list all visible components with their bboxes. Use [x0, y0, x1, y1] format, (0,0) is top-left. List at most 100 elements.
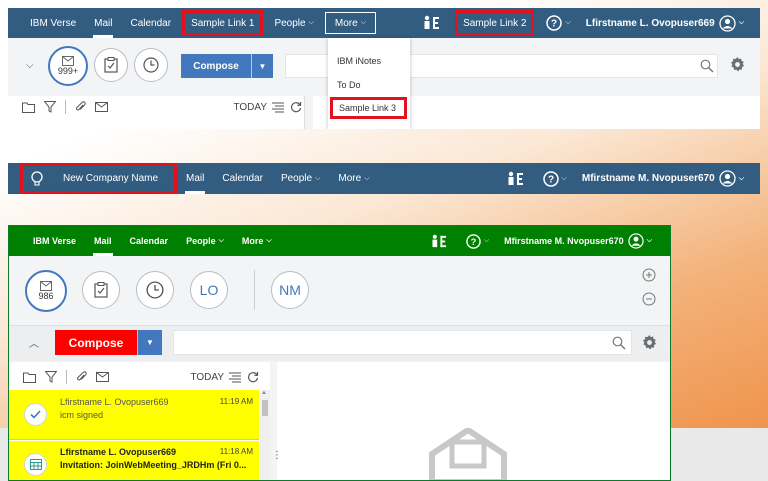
- nav-mail[interactable]: Mail: [85, 8, 121, 38]
- user-avatar-icon: [628, 233, 644, 249]
- help-icon[interactable]: ? ⌵: [537, 163, 573, 194]
- refresh-icon[interactable]: [247, 371, 259, 383]
- folder-icon[interactable]: [22, 102, 35, 113]
- mail-icon[interactable]: [95, 102, 108, 112]
- clock-icon: [146, 281, 164, 299]
- lightbulb-icon: [31, 170, 43, 186]
- message-subject: icm signed: [60, 410, 104, 420]
- zoom-in-icon[interactable]: [642, 268, 656, 287]
- user-menu[interactable]: Mfirstname M. Nvopuser670 ⌵: [573, 163, 760, 194]
- nav-people[interactable]: People ⌵: [177, 226, 233, 256]
- menu-item-to-do[interactable]: To Do: [337, 80, 361, 90]
- nav-calendar[interactable]: Calendar: [121, 226, 178, 256]
- sort-list-icon[interactable]: [272, 102, 284, 113]
- compose-dropdown-icon[interactable]: ▼: [251, 54, 273, 78]
- scroll-up-arrow-icon[interactable]: ▲: [261, 390, 267, 396]
- org-chart-icon[interactable]: [409, 8, 455, 38]
- filter-icon[interactable]: [44, 101, 56, 113]
- nav-ibm-verse[interactable]: IBM Verse: [8, 8, 85, 38]
- contact-bubble-lo[interactable]: LO: [190, 271, 228, 309]
- user-name: Mfirstname M. Nvopuser670: [581, 173, 715, 184]
- chevron-down-icon: ⌵: [364, 174, 370, 182]
- org-chart-icon[interactable]: [495, 163, 537, 194]
- nav-more[interactable]: More ⌵: [329, 163, 378, 194]
- pane-splitter-handle[interactable]: ⋮: [272, 451, 282, 461]
- nav-people-label: People: [186, 236, 216, 246]
- sort-list-icon[interactable]: [229, 372, 241, 383]
- calendar-clock-button[interactable]: [134, 48, 168, 82]
- org-chart-icon[interactable]: [419, 226, 460, 256]
- message-time: 11:18 AM: [219, 447, 253, 456]
- list-item[interactable]: Lfirstname L. Ovopuser669 11:19 AM icm s…: [9, 390, 259, 440]
- user-menu[interactable]: Mfirstname M. Nvopuser670 ⌵: [495, 226, 670, 256]
- unread-mail-button[interactable]: 999+: [48, 46, 88, 86]
- calendar-invite-icon: [24, 453, 47, 476]
- nav-people-label: People: [280, 173, 313, 184]
- nav-more[interactable]: More ⌵: [233, 226, 281, 256]
- menu-item-sample-link-3[interactable]: Sample Link 3: [330, 97, 407, 119]
- attachment-icon[interactable]: [75, 101, 86, 113]
- folder-icon[interactable]: [23, 372, 36, 383]
- settings-gear-icon[interactable]: [730, 57, 745, 77]
- svg-text:?: ?: [551, 19, 557, 30]
- divider: [66, 370, 67, 384]
- nav-more[interactable]: More ⌵: [324, 12, 377, 34]
- nav-calendar[interactable]: Calendar: [213, 163, 272, 194]
- nav-mail[interactable]: Mail: [177, 163, 213, 194]
- todo-button[interactable]: [94, 48, 128, 82]
- message-list-scrollbar[interactable]: ▲: [260, 390, 270, 480]
- zoom-out-icon[interactable]: [642, 292, 656, 311]
- chevron-down-icon: ⌵: [483, 237, 490, 244]
- chevron-down-icon: ⌵: [218, 237, 224, 244]
- more-dropdown-menu: IBM iNotes To Do Sample Link 3: [328, 38, 410, 129]
- search-input[interactable]: [173, 330, 632, 355]
- divider: [65, 100, 66, 114]
- company-brand-link[interactable]: New Company Name: [20, 163, 177, 194]
- help-icon[interactable]: ? ⌵: [540, 8, 576, 38]
- attachment-icon[interactable]: [76, 371, 87, 383]
- unread-mail-button[interactable]: 986: [25, 270, 67, 312]
- scrollbar-thumb[interactable]: [262, 400, 268, 416]
- message-time: 11:19 AM: [219, 397, 253, 406]
- compose-dropdown-icon[interactable]: ▼: [137, 330, 162, 355]
- filter-icon[interactable]: [45, 371, 57, 383]
- sort-today-label[interactable]: TODAY: [233, 102, 267, 113]
- nav-more-label: More: [241, 236, 264, 246]
- list-toolbar: TODAY: [23, 370, 259, 384]
- calendar-clock-button[interactable]: [136, 271, 174, 309]
- sort-today-label[interactable]: TODAY: [190, 372, 224, 383]
- help-icon[interactable]: ? ⌵: [460, 226, 495, 256]
- compose-button[interactable]: Compose: [181, 54, 251, 78]
- settings-gear-icon[interactable]: [642, 335, 657, 355]
- nav-sample-link-1[interactable]: Sample Link 1: [182, 10, 264, 36]
- chevron-down-icon: ⌵: [315, 174, 321, 182]
- company-name: New Company Name: [63, 173, 159, 184]
- refresh-icon[interactable]: [290, 101, 302, 113]
- user-name: Lfirstname L. Ovopuser669: [585, 17, 715, 29]
- nav-people[interactable]: People ⌵: [265, 8, 322, 38]
- search-icon[interactable]: [700, 59, 714, 78]
- contact-initials-lo: LO: [199, 282, 219, 298]
- menu-item-ibm-inotes[interactable]: IBM iNotes: [337, 56, 381, 66]
- compose-button-group: Compose ▼: [181, 54, 273, 78]
- nav-sample-link-2[interactable]: Sample Link 2: [455, 10, 535, 36]
- clock-icon: [143, 57, 159, 73]
- top-nav-bar: IBM Verse Mail Calendar Sample Link 1 Pe…: [8, 8, 760, 38]
- user-menu[interactable]: Lfirstname L. Ovopuser669 ⌵: [577, 8, 760, 38]
- compose-button[interactable]: Compose: [55, 330, 137, 355]
- user-avatar-icon: [719, 170, 736, 187]
- collapse-chevron-icon[interactable]: ︿: [29, 335, 39, 350]
- collapse-chevron-icon[interactable]: ⌵: [26, 60, 34, 71]
- mail-envelope-icon: [40, 281, 52, 291]
- nav-people[interactable]: People ⌵: [272, 163, 329, 194]
- list-item[interactable]: Lfirstname L. Ovopuser669 11:18 AM Invit…: [9, 441, 259, 480]
- nav-mail[interactable]: Mail: [85, 226, 121, 256]
- nav-ibm-verse[interactable]: IBM Verse: [9, 226, 85, 256]
- nav-calendar[interactable]: Calendar: [121, 8, 180, 38]
- contact-bubble-nm[interactable]: NM: [271, 271, 309, 309]
- clipboard-icon: [104, 57, 118, 73]
- mail-icon[interactable]: [96, 372, 109, 382]
- company-nav-bar: New Company Name Mail Calendar People ⌵ M…: [8, 163, 760, 194]
- search-icon[interactable]: [612, 336, 626, 355]
- todo-button[interactable]: [82, 271, 120, 309]
